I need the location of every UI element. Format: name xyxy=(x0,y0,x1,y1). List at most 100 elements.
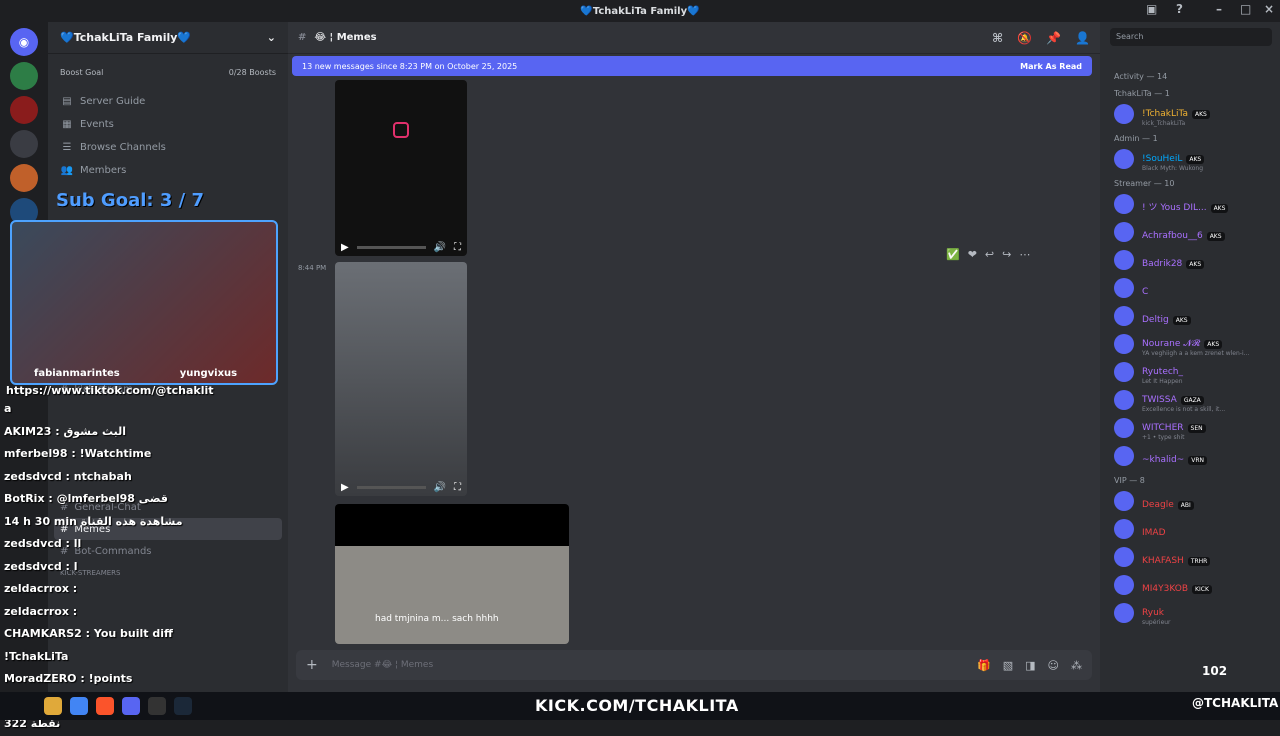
check-reaction-icon[interactable]: ✅ xyxy=(946,248,960,261)
member-row[interactable]: Achrafbou__6 AKS xyxy=(1100,218,1280,246)
member-tag: TRHR xyxy=(1187,556,1211,566)
member-info: C xyxy=(1142,279,1148,298)
mark-as-read-button[interactable]: Mark As Read xyxy=(1020,62,1082,71)
message-input[interactable]: Message #😂 ¦ Memes xyxy=(332,660,433,670)
nav-server-guide[interactable]: ▤ Server Guide xyxy=(48,90,288,113)
member-info: Deagle ABI xyxy=(1142,492,1194,511)
discord-home-icon[interactable]: ◉ xyxy=(10,28,38,56)
pin-icon[interactable]: 📌 xyxy=(1046,31,1061,45)
more-icon[interactable]: ⋯ xyxy=(1019,248,1030,261)
folder-icon[interactable] xyxy=(44,697,62,715)
server-icon[interactable] xyxy=(10,96,38,124)
fullscreen-icon[interactable]: ⛶ xyxy=(454,242,461,253)
avatar xyxy=(1114,104,1134,124)
video-progress[interactable] xyxy=(356,245,426,249)
forward-icon[interactable]: ↪ xyxy=(1002,248,1011,261)
member-tag: SEN xyxy=(1187,424,1206,433)
chrome-icon[interactable] xyxy=(70,697,88,715)
close-icon[interactable]: × xyxy=(1264,2,1274,16)
chat-line: a xyxy=(4,402,12,415)
member-info: !SouHeiL AKS Black Myth: Wukong xyxy=(1142,146,1205,172)
inbox-icon[interactable]: ▣ xyxy=(1146,2,1157,16)
video-attachment[interactable]: ▶ 🔊 ⛶ xyxy=(335,80,467,256)
discord-icon[interactable] xyxy=(122,697,140,715)
reply-icon[interactable]: ↩ xyxy=(985,248,994,261)
avatar xyxy=(1114,418,1134,438)
message-composer[interactable]: + Message #😂 ¦ Memes 🎁 ▧ ◨ ☺ ⁂ xyxy=(296,650,1092,680)
server-icon[interactable] xyxy=(10,62,38,90)
member-status: Let It Happen xyxy=(1142,378,1183,385)
nav-members[interactable]: 👥 Members xyxy=(48,159,288,182)
add-attachment-icon[interactable]: + xyxy=(306,657,318,673)
sticker-icon[interactable]: ◨ xyxy=(1025,659,1035,672)
server-icon[interactable] xyxy=(10,130,38,158)
chevron-down-icon[interactable]: ⌄ xyxy=(267,31,276,44)
maximize-icon[interactable]: □ xyxy=(1240,2,1251,16)
video-progress[interactable] xyxy=(356,485,426,489)
new-messages-bar[interactable]: 13 new messages since 8:23 PM on October… xyxy=(292,56,1092,76)
member-row[interactable]: Ryutech_ Let It Happen xyxy=(1100,358,1280,386)
hash-icon: # xyxy=(298,32,307,43)
search-input[interactable]: Search xyxy=(1110,28,1272,46)
member-status: Excellence is not a skill, it... xyxy=(1142,406,1226,413)
nav-browse-channels[interactable]: ☰ Browse Channels xyxy=(48,136,288,159)
member-row[interactable]: Badrik28 AKS xyxy=(1100,246,1280,274)
member-row[interactable]: WITCHER SEN +1 • type shit xyxy=(1100,414,1280,442)
gif-icon[interactable]: ▧ xyxy=(1003,659,1013,672)
member-row[interactable]: KHAFASH TRHR xyxy=(1100,543,1280,571)
apps-icon[interactable]: ⁂ xyxy=(1071,659,1082,672)
play-icon[interactable]: ▶ xyxy=(341,482,349,493)
member-row[interactable]: ~khalid~ VRN xyxy=(1100,442,1280,470)
nav-events[interactable]: ▦ Events xyxy=(48,113,288,136)
member-row[interactable]: TWISSA GAZA Excellence is not a skill, it… xyxy=(1100,386,1280,414)
avatar xyxy=(1114,149,1134,169)
avatar xyxy=(1114,519,1134,539)
member-row[interactable]: IMAD xyxy=(1100,515,1280,543)
help-icon[interactable]: ? xyxy=(1176,2,1183,16)
avatar xyxy=(1114,306,1134,326)
mute-icon[interactable]: 🔕 xyxy=(1017,31,1032,45)
volume-icon[interactable]: 🔊 xyxy=(434,482,446,493)
member-row[interactable]: MI4Y3KOB KICK xyxy=(1100,571,1280,599)
member-info: Deltig AKS xyxy=(1142,307,1191,326)
member-row[interactable]: Deagle ABI xyxy=(1100,487,1280,515)
member-tag: AKS xyxy=(1186,259,1205,269)
chat-line: BotRix : @lmferbel98 قضى xyxy=(4,492,168,505)
video-attachment[interactable]: ▶ 🔊 ⛶ xyxy=(335,262,467,496)
member-row[interactable]: Ryuk supérieur xyxy=(1100,599,1280,627)
brave-icon[interactable] xyxy=(96,697,114,715)
server-icon[interactable] xyxy=(10,164,38,192)
minimize-icon[interactable]: – xyxy=(1216,2,1222,16)
members-icon: 👥 xyxy=(60,165,74,176)
member-row[interactable]: Deltig AKS xyxy=(1100,302,1280,330)
member-row[interactable]: C xyxy=(1100,274,1280,302)
member-status: supérieur xyxy=(1142,619,1171,626)
member-row[interactable]: ! ツ Yous DIL... AKS xyxy=(1100,190,1280,218)
chat-line: mferbel98 : !Watchtime xyxy=(4,447,152,460)
member-row[interactable]: Nourane 𝓝𝓡 AKS YA veghiigh a a kem zrenet… xyxy=(1100,330,1280,358)
boost-goal[interactable]: Boost Goal 0/28 Boosts xyxy=(56,60,280,84)
server-header[interactable]: 💙TchakLiTa Family💙 ⌄ xyxy=(48,22,288,54)
emoji-icon[interactable]: ☺ xyxy=(1048,659,1059,672)
boost-count: 0/28 Boosts xyxy=(228,67,276,77)
gift-icon[interactable]: 🎁 xyxy=(977,659,991,672)
tiktok-handle: @TCHAKLITA xyxy=(1192,696,1279,710)
obs-icon[interactable] xyxy=(148,697,166,715)
steam-icon[interactable] xyxy=(174,697,192,715)
fullscreen-icon[interactable]: ⛶ xyxy=(454,482,461,493)
member-name: ~khalid~ xyxy=(1142,454,1185,465)
avatar xyxy=(1114,194,1134,214)
video-attachment[interactable]: had tmjnina m... sach hhhh xyxy=(335,504,569,644)
member-section-header: TchakLiTa — 1 xyxy=(1114,89,1170,98)
activity-header[interactable]: Activity — 14 xyxy=(1100,66,1280,83)
play-icon[interactable]: ▶ xyxy=(341,242,349,253)
member-list-icon[interactable]: 👤 xyxy=(1075,31,1090,45)
threads-icon[interactable]: ⌘ xyxy=(992,31,1003,45)
member-row[interactable]: !TchakLiTa AKS kick_TchakLiTa xyxy=(1100,100,1280,128)
heart-reaction-icon[interactable]: ❤ xyxy=(968,248,977,261)
member-row[interactable]: !SouHeiL AKS Black Myth: Wukong xyxy=(1100,145,1280,173)
member-info: Ryutech_ Let It Happen xyxy=(1142,359,1183,385)
member-name: Achrafbou__6 xyxy=(1142,230,1203,241)
member-name: TWISSA xyxy=(1142,395,1177,405)
volume-icon[interactable]: 🔊 xyxy=(434,242,446,253)
